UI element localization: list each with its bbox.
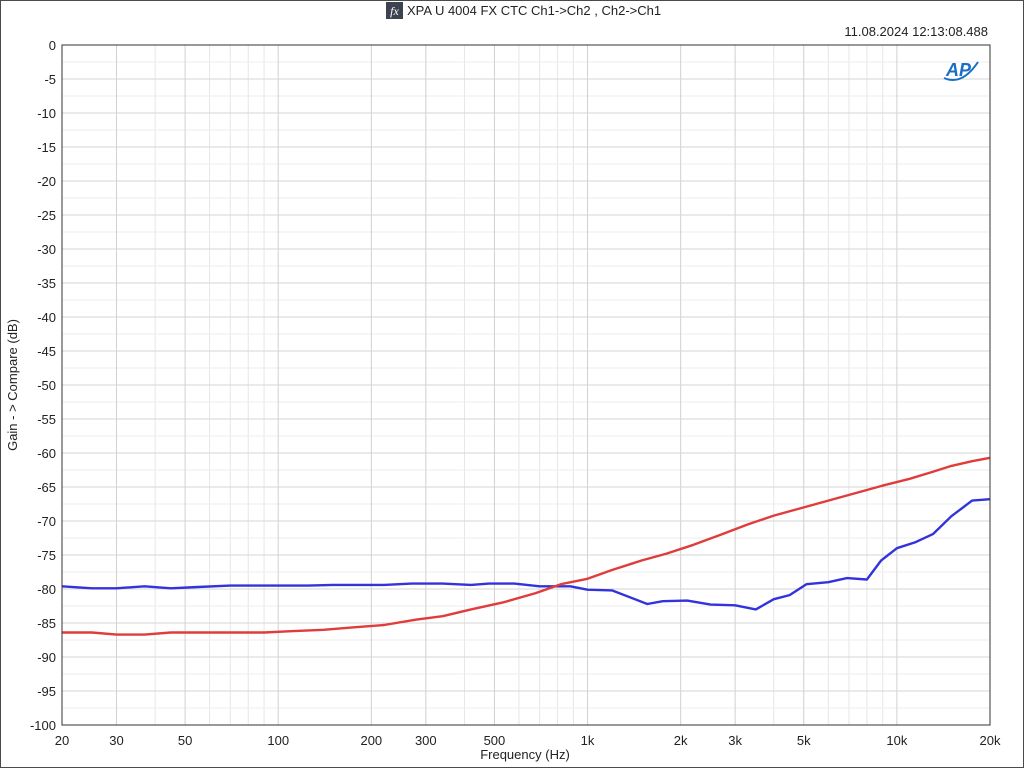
y-tick-label: -70 [37,514,56,529]
ap-logo-text: AP [945,60,972,80]
y-tick-label: -65 [37,480,56,495]
x-tick-labels: 20 30 50 100 200 300 500 1k 2k 3k 5k 10k 20k [55,733,1001,748]
x-tick-label: 300 [415,733,437,748]
grid-major [61,44,991,726]
y-tick-label: -85 [37,616,56,631]
x-tick-label: 2k [674,733,688,748]
y-tick-label: -20 [37,174,56,189]
y-axis-title: Gain - > Compare (dB) [5,319,20,451]
y-tick-label: -40 [37,310,56,325]
y-tick-label: -60 [37,446,56,461]
x-tick-label: 50 [178,733,192,748]
x-tick-label: 200 [360,733,382,748]
x-tick-label: 20k [980,733,1001,748]
chart: fx XPA U 4004 FX CTC Ch1->Ch2 , Ch2->Ch1… [5,2,1001,762]
y-tick-label: -55 [37,412,56,427]
timestamp: 11.08.2024 12:13:08.488 [844,24,988,39]
y-tick-label: -80 [37,582,56,597]
y-tick-label: -50 [37,378,56,393]
y-tick-label: -75 [37,548,56,563]
fx-glyph: fx [390,4,399,18]
fx-icon: fx [386,2,403,19]
y-tick-label: -30 [37,242,56,257]
x-tick-label: 3k [728,733,742,748]
y-tick-label: -90 [37,650,56,665]
y-tick-label: -45 [37,344,56,359]
x-tick-label: 5k [797,733,811,748]
x-tick-label: 1k [581,733,595,748]
y-tick-label: -10 [37,106,56,121]
chart-title: XPA U 4004 FX CTC Ch1->Ch2 , Ch2->Ch1 [407,3,661,18]
y-tick-label: -35 [37,276,56,291]
y-tick-label: -5 [44,72,56,87]
y-tick-label: 0 [49,38,56,53]
plot-area [61,44,991,726]
y-tick-labels: 0 -5 -10 -15 -20 -25 -30 -35 -40 -45 -50 -55 -60 -65 -… [30,38,56,733]
x-tick-label: 500 [484,733,506,748]
y-tick-label: -100 [30,718,56,733]
x-tick-label: 100 [267,733,289,748]
y-tick-label: -15 [37,140,56,155]
y-tick-label: -25 [37,208,56,223]
x-axis-title: Frequency (Hz) [480,747,570,762]
y-tick-label: -95 [37,684,56,699]
x-tick-label: 30 [109,733,123,748]
x-tick-label: 10k [886,733,907,748]
x-tick-label: 20 [55,733,69,748]
